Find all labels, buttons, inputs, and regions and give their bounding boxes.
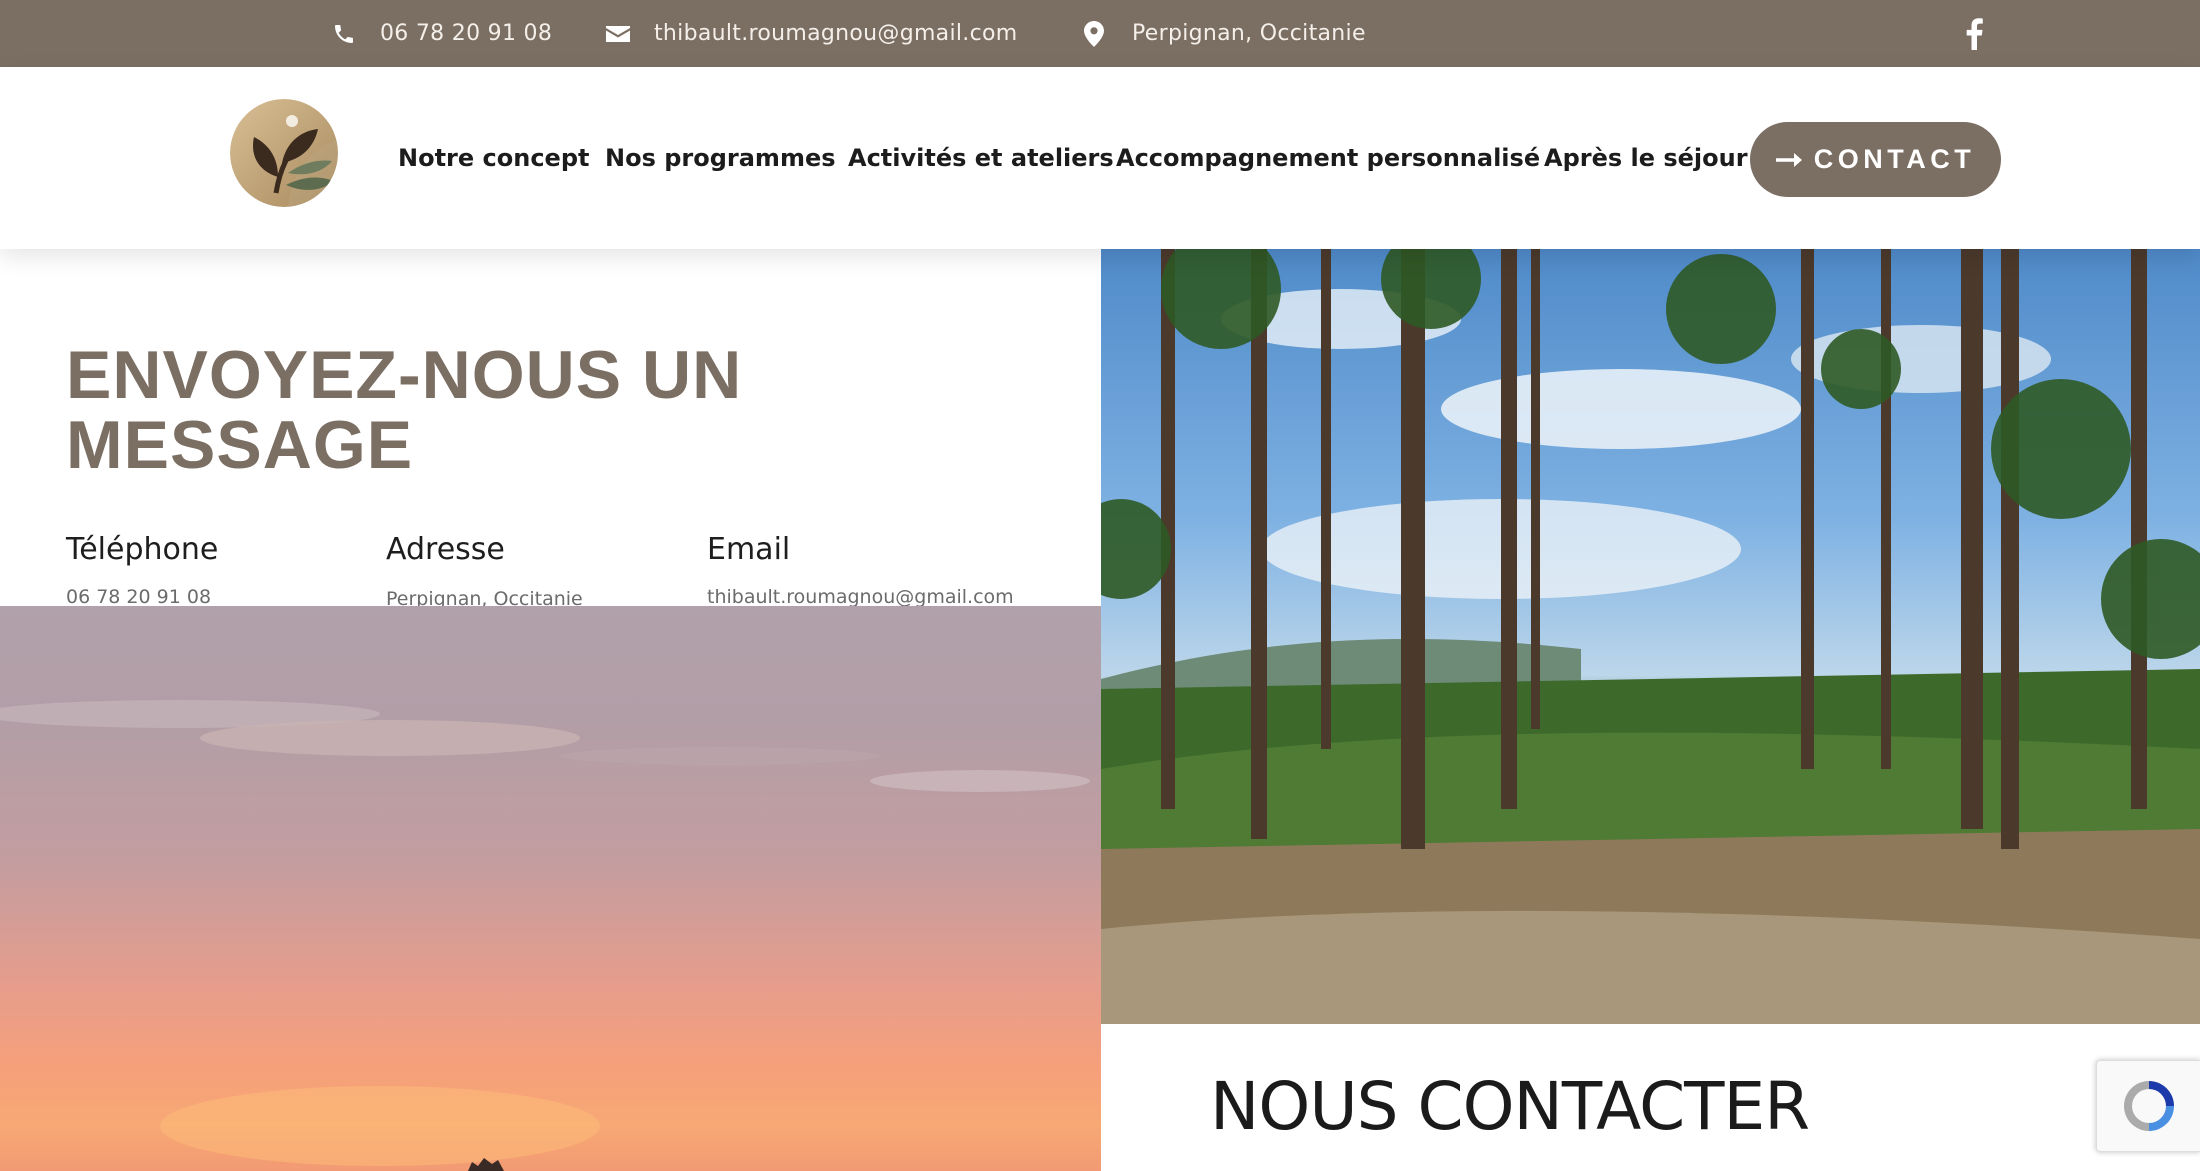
nav-item-notre-concept[interactable]: Notre concept (398, 144, 589, 172)
contact-button[interactable]: CONTACT (1750, 122, 2001, 197)
topbar-phone[interactable]: 06 78 20 91 08 (330, 0, 552, 67)
sunset-clouds (0, 700, 1090, 1171)
phone-heading: Téléphone (66, 532, 219, 567)
forest-illustration (1101, 249, 2200, 1024)
topbar-phone-text: 06 78 20 91 08 (380, 21, 553, 46)
map-pin-icon (1080, 20, 1108, 48)
topbar-location-text: Perpignan, Occitanie (1132, 21, 1366, 46)
contact-button-label: CONTACT (1813, 144, 1976, 174)
nav-item-accompagnement[interactable]: Accompagnement personnalisé (1116, 144, 1540, 172)
recaptcha-icon (2123, 1081, 2174, 1131)
facebook-icon (1960, 17, 1988, 50)
site-header: Notre concept Nos programmes Activités e… (0, 67, 2200, 249)
phone-value[interactable]: 06 78 20 91 08 (66, 586, 211, 608)
envelope-icon (604, 20, 632, 48)
forest-photo (1101, 249, 2200, 1024)
facebook-link[interactable] (1960, 0, 1988, 67)
recaptcha-badge[interactable] (2096, 1060, 2200, 1152)
address-heading: Adresse (386, 532, 505, 567)
nav-item-activites[interactable]: Activités et ateliers (848, 144, 1114, 172)
contact-heading: NOUS CONTACTER (1210, 1068, 1810, 1145)
sunset-background-image (0, 606, 1101, 1171)
topbar-email-text: thibault.roumagnou@gmail.com (654, 21, 1018, 46)
topbar-location: Perpignan, Occitanie (1080, 0, 1366, 67)
topbar-email[interactable]: thibault.roumagnou@gmail.com (604, 0, 1017, 67)
arrow-right-icon (1775, 152, 1802, 167)
top-contact-bar: 06 78 20 91 08 thibault.roumagnou@gmail.… (0, 0, 2200, 67)
nav-item-nos-programmes[interactable]: Nos programmes (605, 144, 836, 172)
email-value[interactable]: thibault.roumagnou@gmail.com (707, 586, 1014, 608)
phone-icon (330, 20, 358, 48)
page-title: ENVOYEZ-NOUS UN MESSAGE (66, 337, 743, 483)
email-heading: Email (707, 532, 791, 567)
nav-item-apres-sejour[interactable]: Après le séjour (1544, 144, 1748, 172)
